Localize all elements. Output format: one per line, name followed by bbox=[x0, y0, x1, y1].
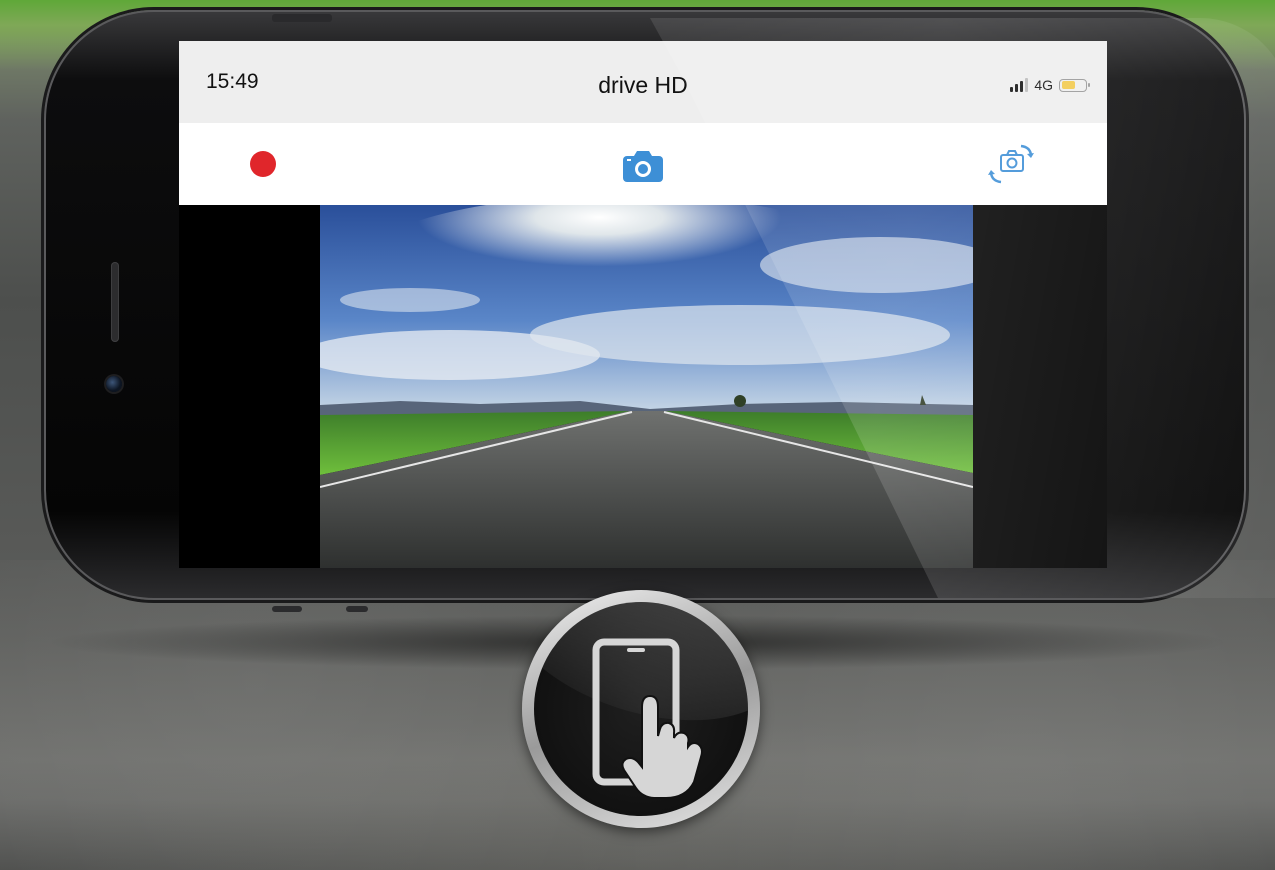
app-screen: 15:49 drive HD 4G bbox=[179, 41, 1107, 568]
snapshot-button[interactable] bbox=[622, 149, 664, 183]
earpiece-speaker bbox=[111, 262, 119, 342]
touch-screen-icon bbox=[592, 638, 703, 799]
touch-control-badge bbox=[522, 590, 760, 828]
side-button bbox=[346, 606, 368, 612]
camera-icon bbox=[623, 151, 663, 182]
badge-face bbox=[534, 602, 748, 816]
status-bar: 15:49 drive HD 4G bbox=[179, 41, 1107, 123]
front-camera-lens bbox=[106, 376, 122, 392]
scene-background: 15:49 drive HD 4G bbox=[0, 0, 1275, 870]
signal-icon bbox=[1010, 78, 1029, 92]
battery-icon bbox=[1059, 78, 1090, 92]
switch-camera-icon bbox=[988, 144, 1034, 184]
camera-video-feed[interactable] bbox=[320, 205, 973, 568]
app-title: drive HD bbox=[598, 72, 688, 98]
road-scene-image bbox=[320, 205, 973, 568]
switch-camera-button[interactable] bbox=[987, 143, 1035, 185]
battery-level bbox=[1061, 81, 1076, 89]
status-indicators: 4G bbox=[1010, 76, 1090, 94]
side-button bbox=[272, 606, 302, 612]
network-type: 4G bbox=[1034, 77, 1053, 93]
camera-toolbar bbox=[179, 123, 1107, 205]
record-button[interactable] bbox=[250, 151, 276, 177]
volume-button bbox=[272, 14, 332, 22]
